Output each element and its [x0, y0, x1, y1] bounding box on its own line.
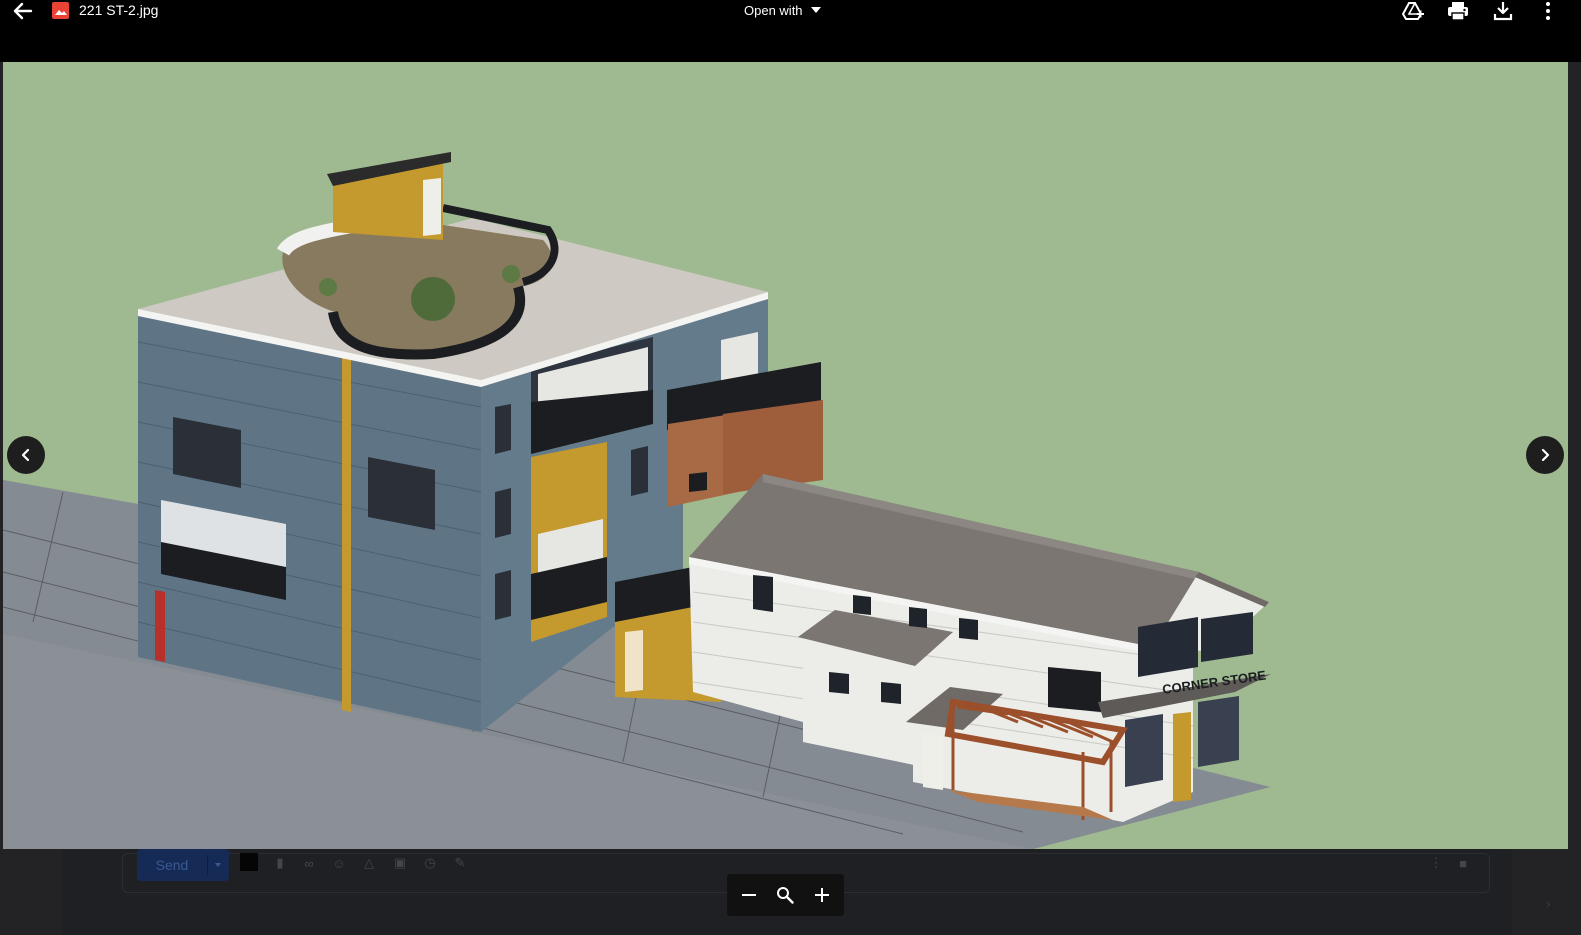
zoom-out-button[interactable]	[734, 880, 764, 910]
viewer-top-bar: 221 ST-2.jpg Open with	[0, 0, 1581, 62]
back-arrow-icon[interactable]	[10, 0, 36, 22]
send-label: Send	[155, 857, 189, 873]
send-divider	[207, 855, 208, 875]
zoom-fit-button[interactable]	[770, 880, 800, 910]
drive-icon: △	[364, 855, 374, 870]
next-image-button[interactable]	[1526, 436, 1564, 474]
link-icon: ∞	[304, 855, 314, 871]
more-options-icon: ⋮	[1429, 855, 1443, 870]
zoom-in-button[interactable]	[807, 880, 837, 910]
download-icon[interactable]	[1490, 0, 1516, 22]
magnifier-icon	[777, 887, 795, 904]
more-vert-icon[interactable]	[1535, 0, 1561, 22]
building-rendering: CORNER STORE	[3, 152, 1271, 849]
emoji-icon: ☺	[332, 855, 346, 871]
image-preview: CORNER STORE	[3, 62, 1568, 849]
chevron-down-icon	[810, 7, 821, 13]
minus-icon	[742, 894, 757, 896]
signature-icon: ✎	[454, 855, 466, 870]
send-button: Send	[137, 849, 229, 881]
chevron-right-icon	[1541, 448, 1550, 462]
zoom-controls	[727, 874, 844, 916]
photo-icon: ▣	[393, 855, 407, 870]
previous-image-button[interactable]	[7, 436, 45, 474]
plus-icon	[814, 888, 829, 902]
text-color-icon	[240, 853, 258, 871]
open-with-label: Open with	[744, 2, 803, 18]
send-options-icon	[215, 863, 221, 867]
file-name: 221 ST-2.jpg	[79, 2, 159, 18]
open-with-button[interactable]: Open with	[744, 0, 821, 20]
chevron-right-icon: ›	[1546, 895, 1551, 911]
image-file-icon	[52, 2, 69, 19]
add-to-drive-icon[interactable]	[1400, 0, 1426, 22]
lock-clock-icon: ◷	[424, 855, 436, 870]
print-icon[interactable]	[1445, 0, 1471, 22]
trash-icon: ■	[1459, 855, 1467, 871]
attach-icon: ▮	[276, 855, 284, 870]
chevron-left-icon	[21, 448, 30, 462]
